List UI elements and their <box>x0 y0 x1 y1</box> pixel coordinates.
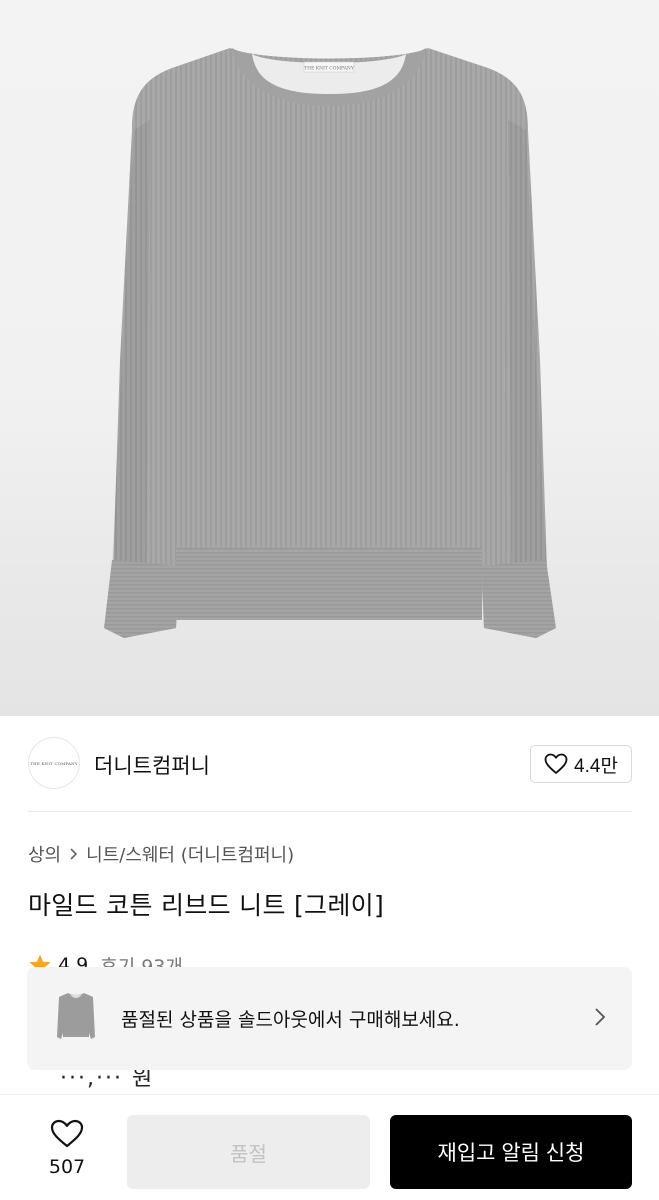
product-title: 마일드 코튼 리브드 니트 [그레이] <box>28 891 384 920</box>
soldout-banner[interactable]: 품절된 상품을 솔드아웃에서 구매해보세요. <box>27 967 632 1070</box>
wish-button[interactable]: 507 <box>36 1117 98 1179</box>
brand-like-button[interactable]: 4.4만 <box>530 745 632 783</box>
product-image[interactable]: THE KNIT COMPANY <box>0 0 659 716</box>
chevron-right-icon <box>595 1008 606 1026</box>
brand-like-count: 4.4만 <box>574 755 618 777</box>
sweater-tag: THE KNIT COMPANY <box>304 66 355 72</box>
sweater-thumbnail <box>57 993 95 1039</box>
brand-logo[interactable]: THE KNIT COMPANY <box>28 737 80 789</box>
wish-count: 507 <box>48 1156 86 1178</box>
breadcrumb-subcategory[interactable]: 니트/스웨터 (더니트컴퍼니) <box>86 841 294 867</box>
breadcrumb-category[interactable]: 상의 <box>28 841 61 867</box>
heart-icon <box>544 753 568 774</box>
brand-logo-text: THE KNIT COMPANY <box>30 760 78 766</box>
breadcrumb: 상의 니트/스웨터 (더니트컴퍼니) <box>28 842 294 866</box>
divider <box>28 811 632 812</box>
brand-name[interactable]: 더니트컴퍼니 <box>94 750 210 780</box>
chevron-right-icon <box>69 847 78 861</box>
heart-icon <box>50 1119 84 1148</box>
restock-alert-button[interactable]: 재입고 알림 신청 <box>390 1115 632 1189</box>
soldout-button[interactable]: 품절 <box>127 1115 370 1189</box>
sweater-illustration: THE KNIT COMPANY <box>104 48 556 638</box>
bottom-action-bar: 507 품절 재입고 알림 신청 <box>0 1094 659 1200</box>
soldout-banner-text: 품절된 상품을 솔드아웃에서 구매해보세요. <box>121 1009 460 1031</box>
brand-row[interactable]: THE KNIT COMPANY 더니트컴퍼니 4.4만 <box>28 737 632 793</box>
